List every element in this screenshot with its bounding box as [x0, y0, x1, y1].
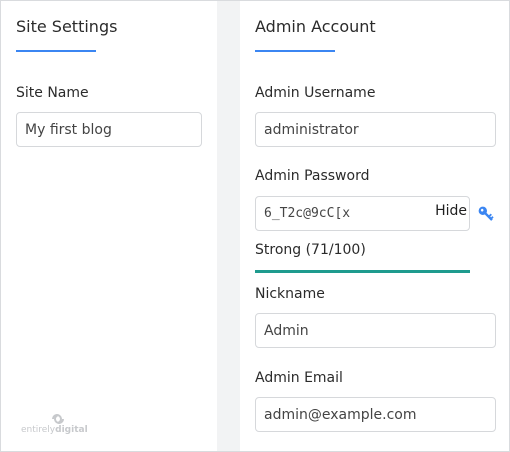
site-name-input[interactable]: [16, 112, 202, 147]
key-icon[interactable]: [476, 204, 496, 224]
admin-password-field: Hide: [255, 196, 470, 231]
admin-account-title-underline: [255, 50, 335, 52]
admin-account-panel: Admin Account Admin Username Admin Passw…: [240, 1, 509, 451]
nickname-input[interactable]: [255, 313, 496, 348]
nickname-label: Nickname: [255, 286, 325, 302]
site-settings-title-underline: [16, 50, 96, 52]
admin-password-input[interactable]: [256, 197, 426, 230]
logo-text-part2: digital: [55, 425, 88, 435]
admin-email-input[interactable]: [255, 397, 496, 432]
logo-text-part1: entirely: [21, 425, 56, 435]
entirelydigital-logo: entirelydigital: [21, 410, 101, 440]
logo-text: entirelydigital: [21, 425, 88, 435]
password-strength-meter: [255, 270, 470, 273]
site-name-label: Site Name: [16, 85, 89, 101]
password-strength-fill: [255, 270, 470, 273]
settings-frame: Site Settings Site Name entirelydigital …: [0, 0, 510, 452]
site-settings-title: Site Settings: [16, 17, 118, 36]
admin-username-input[interactable]: [255, 112, 496, 147]
admin-password-label: Admin Password: [255, 168, 370, 184]
hide-password-button[interactable]: Hide: [435, 203, 467, 219]
admin-email-label: Admin Email: [255, 370, 343, 386]
admin-account-title: Admin Account: [255, 17, 376, 36]
password-strength-text: Strong (71/100): [255, 242, 366, 258]
admin-username-label: Admin Username: [255, 85, 376, 101]
site-settings-panel: Site Settings Site Name entirelydigital: [1, 1, 217, 451]
